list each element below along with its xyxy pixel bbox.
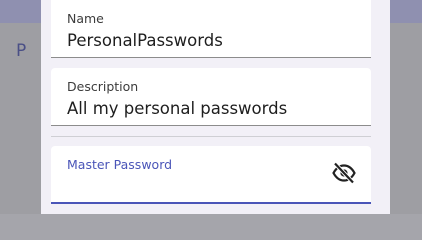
master-password-field[interactable]: Master Password [51, 146, 371, 204]
name-field[interactable]: Name PersonalPasswords [51, 0, 371, 58]
background-title-fragment: P [16, 41, 27, 61]
master-password-field-label: Master Password [67, 157, 173, 172]
name-field-label: Name [67, 11, 104, 26]
new-database-dialog: Name PersonalPasswords Description All m… [41, 0, 390, 214]
description-field[interactable]: Description All my personal passwords [51, 68, 371, 126]
section-divider [51, 136, 371, 137]
name-field-value[interactable]: PersonalPasswords [67, 31, 223, 50]
description-field-label: Description [67, 79, 139, 94]
eye-off-icon[interactable] [331, 162, 357, 184]
description-field-value[interactable]: All my personal passwords [67, 99, 287, 118]
